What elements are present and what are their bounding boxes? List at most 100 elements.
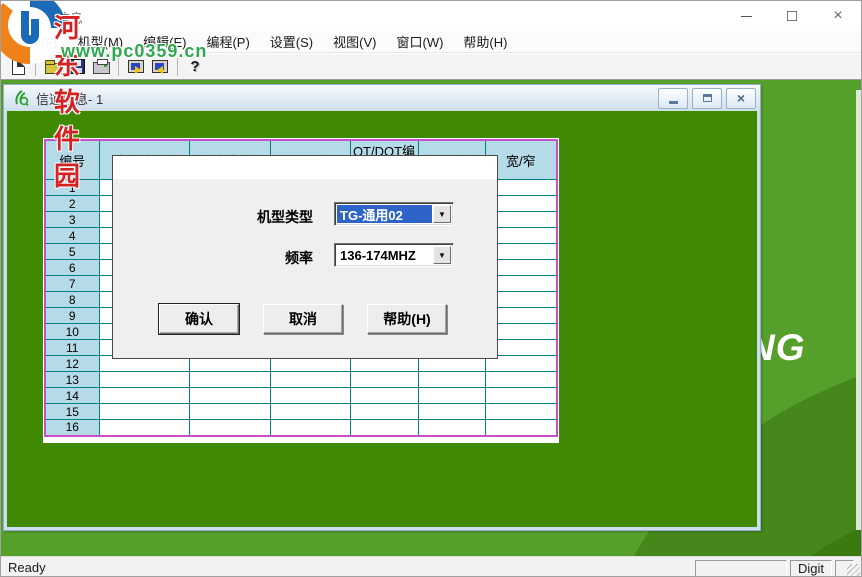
- row-number-cell[interactable]: 7: [44, 275, 100, 292]
- child-titlebar[interactable]: 信道信息- 1 ×: [4, 85, 760, 111]
- table-row: 16: [44, 419, 558, 436]
- new-button[interactable]: [6, 56, 30, 78]
- toolbar-separator: [118, 57, 119, 76]
- table-cell[interactable]: [98, 419, 190, 436]
- table-cell[interactable]: [484, 403, 558, 420]
- table-cell[interactable]: [188, 371, 271, 388]
- table-cell[interactable]: [349, 371, 419, 388]
- row-number-cell[interactable]: 4: [44, 227, 100, 244]
- table-row: 14: [44, 387, 558, 404]
- model-select-dialog: 机型类型 TG-通用02 ▼ 频率 136-174MHZ ▼ 确认 取消 帮助(…: [112, 155, 498, 359]
- table-cell[interactable]: [269, 419, 351, 436]
- write-radio-icon: [152, 60, 168, 74]
- resize-grip[interactable]: [847, 564, 860, 576]
- row-number-cell[interactable]: 8: [44, 291, 100, 308]
- cancel-button[interactable]: 取消: [263, 304, 343, 334]
- status-text: Ready: [8, 560, 46, 575]
- maximize-icon: [787, 11, 797, 21]
- minimize-icon: [740, 15, 752, 17]
- table-cell[interactable]: [484, 371, 558, 388]
- table-cell[interactable]: [417, 371, 486, 388]
- minimize-button[interactable]: [723, 1, 769, 31]
- close-button[interactable]: ×: [815, 1, 861, 31]
- menu-item-window[interactable]: 窗口(W): [386, 30, 453, 53]
- confirm-button[interactable]: 确认: [158, 303, 240, 335]
- table-cell[interactable]: [349, 403, 419, 420]
- row-number-cell[interactable]: 1: [44, 179, 100, 196]
- row-number-cell[interactable]: 11: [44, 339, 100, 356]
- table-cell[interactable]: [484, 419, 558, 436]
- help-button[interactable]: ?: [183, 56, 207, 78]
- menu-item-help[interactable]: 帮助(H): [453, 30, 517, 53]
- dialog-titlebar: [113, 156, 497, 179]
- child-window-title: 信道信息- 1: [36, 91, 104, 107]
- mdi-workspace: NG 信道信息- 1 × 编号接收频率发射频率QT/D: [1, 80, 861, 556]
- child-restore-icon: [702, 94, 712, 102]
- menu-item-settings[interactable]: 设置(S): [260, 30, 323, 53]
- frequency-dropdown[interactable]: 136-174MHZ ▼: [334, 243, 454, 267]
- table-cell[interactable]: [349, 419, 419, 436]
- model-type-label: 机型类型: [257, 209, 313, 225]
- row-number-cell[interactable]: 9: [44, 307, 100, 324]
- row-number-cell[interactable]: 5: [44, 243, 100, 260]
- new-icon: [11, 58, 25, 75]
- workspace-right-strip: [856, 90, 861, 530]
- chevron-down-icon[interactable]: ▼: [433, 205, 451, 223]
- table-cell[interactable]: [188, 387, 271, 404]
- open-icon: [44, 60, 62, 74]
- table-row: 15: [44, 403, 558, 420]
- table-cell[interactable]: [98, 371, 190, 388]
- row-number-cell[interactable]: 14: [44, 387, 100, 404]
- model-type-dropdown[interactable]: TG-通用02 ▼: [334, 202, 454, 226]
- table-cell[interactable]: [349, 387, 419, 404]
- read-radio-button[interactable]: [124, 56, 148, 78]
- close-icon: ×: [833, 7, 843, 24]
- row-number-cell[interactable]: 2: [44, 195, 100, 212]
- table-cell[interactable]: [417, 387, 486, 404]
- table-cell[interactable]: [269, 387, 351, 404]
- help-icon: ?: [190, 58, 200, 75]
- table-cell[interactable]: [269, 403, 351, 420]
- row-number-cell[interactable]: 10: [44, 323, 100, 340]
- row-number-cell[interactable]: 16: [44, 419, 100, 436]
- toolbar-separator: [35, 57, 36, 76]
- child-close-button[interactable]: ×: [726, 87, 756, 109]
- toolbar: ?: [1, 54, 861, 80]
- table-cell[interactable]: [98, 403, 190, 420]
- open-button[interactable]: [41, 56, 65, 78]
- read-radio-icon: [128, 60, 144, 74]
- child-restore-button[interactable]: [692, 87, 722, 109]
- table-cell[interactable]: [417, 419, 486, 436]
- table-cell[interactable]: [484, 387, 558, 404]
- table-row: 13: [44, 371, 558, 388]
- child-close-icon: ×: [736, 90, 746, 106]
- frequency-value: 136-174MHZ: [340, 247, 416, 263]
- write-radio-button[interactable]: [148, 56, 172, 78]
- table-cell[interactable]: [269, 371, 351, 388]
- menu-item-file[interactable]: 文件(F): [5, 30, 68, 53]
- row-number-cell[interactable]: 6: [44, 259, 100, 276]
- row-number-cell[interactable]: 15: [44, 403, 100, 420]
- menu-item-view[interactable]: 视图(V): [323, 30, 386, 53]
- chevron-down-icon[interactable]: ▼: [433, 246, 451, 264]
- row-number-cell[interactable]: 3: [44, 211, 100, 228]
- menu-item-edit[interactable]: 编辑(E): [133, 30, 196, 53]
- save-button[interactable]: [65, 56, 89, 78]
- table-cell[interactable]: [188, 419, 271, 436]
- print-button[interactable]: [89, 56, 113, 78]
- maximize-button[interactable]: [769, 1, 815, 31]
- menu-item-model[interactable]: 机型(M): [68, 30, 134, 53]
- help-button[interactable]: 帮助(H): [367, 304, 447, 334]
- app-window: 机型信息 × 文件(F) 机型(M) 编辑(E) 编程(P) 设置(S) 视图(V) 窗口(…: [0, 0, 862, 577]
- menu-item-program[interactable]: 编程(P): [196, 30, 259, 53]
- table-cell[interactable]: [188, 403, 271, 420]
- table-cell[interactable]: [98, 387, 190, 404]
- row-number-cell[interactable]: 12: [44, 355, 100, 372]
- toolbar-separator: [177, 57, 178, 76]
- table-cell[interactable]: [417, 403, 486, 420]
- row-number-cell[interactable]: 13: [44, 371, 100, 388]
- signal-icon: [15, 90, 29, 106]
- table-header-cell: 编号: [44, 139, 100, 180]
- child-minimize-button[interactable]: [658, 87, 688, 109]
- child-minimize-icon: [668, 100, 678, 104]
